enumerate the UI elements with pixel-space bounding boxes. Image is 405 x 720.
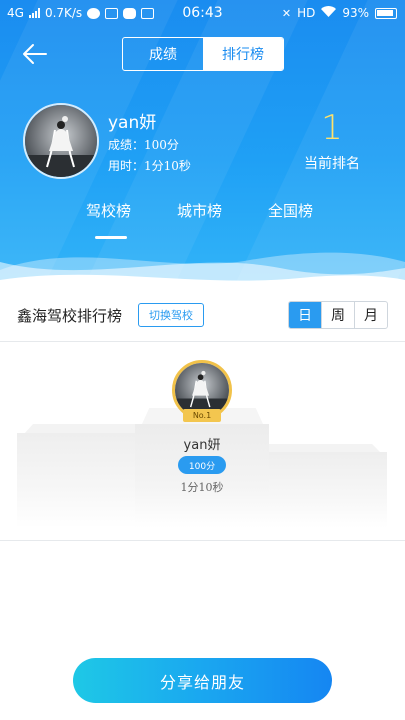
rank-badge: No.1 [183, 409, 221, 422]
period-day[interactable]: 日 [289, 302, 321, 328]
period-selector: 日 周 月 [288, 301, 388, 329]
leaderboard-title: 鑫海驾校排行榜 [17, 307, 123, 325]
wifi-icon [321, 6, 337, 20]
header-segmented-control: 成绩 排行榜 [122, 37, 284, 71]
period-month[interactable]: 月 [354, 302, 387, 328]
user-avatar [23, 103, 99, 179]
winner-score-badge: 100分 [178, 456, 226, 474]
header-banner: 4G 0.7K/s 06:43 ✕ HD 93% 成绩 排行榜 yan妍 成绩：… [0, 0, 405, 290]
tab-city-ranking[interactable]: 城市榜 [177, 200, 222, 221]
winner-name: yan妍 [183, 438, 221, 453]
switch-school-button[interactable]: 切换驾校 [138, 303, 204, 327]
winner-time: 1分10秒 [180, 481, 224, 494]
period-week[interactable]: 周 [321, 302, 354, 328]
battery-percent: 93% [342, 6, 369, 20]
user-time: 用时：1分10秒 [108, 159, 191, 173]
hd-label: HD [297, 6, 316, 20]
status-bar: 4G 0.7K/s 06:43 ✕ HD 93% [0, 0, 405, 28]
podium-third [269, 452, 387, 528]
current-rank-number: 1 [321, 108, 343, 148]
share-to-friends-button[interactable]: 分享给朋友 [73, 658, 332, 703]
tab-indicator [95, 236, 127, 239]
mute-icon: ✕ [281, 6, 292, 20]
header-wave [0, 252, 405, 290]
current-rank-label: 当前排名 [304, 156, 360, 172]
user-score: 成绩：100分 [108, 138, 179, 152]
tab-leaderboard[interactable]: 排行榜 [203, 38, 283, 70]
tab-score[interactable]: 成绩 [123, 38, 203, 70]
divider [0, 341, 405, 342]
user-name: yan妍 [108, 113, 157, 133]
tab-school-ranking[interactable]: 驾校榜 [86, 200, 131, 221]
podium-second [17, 433, 137, 528]
tab-national-ranking[interactable]: 全国榜 [268, 200, 313, 221]
divider [0, 540, 405, 541]
battery-icon [375, 7, 397, 19]
back-arrow-icon[interactable] [20, 40, 50, 68]
